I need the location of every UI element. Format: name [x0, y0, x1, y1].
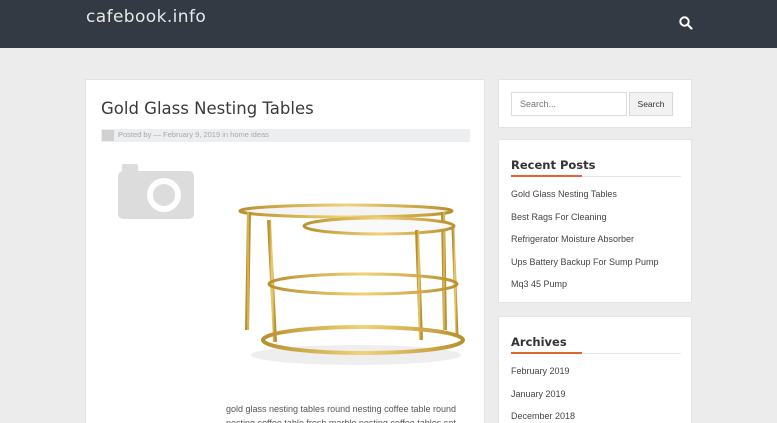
title-underline — [511, 175, 582, 177]
recent-posts-list: Gold Glass Nesting Tables Best Rags For … — [511, 188, 659, 301]
widget-title: Archives — [511, 335, 567, 349]
post-meta-text: Posted by — February 9, 2019 in home ide… — [118, 130, 269, 139]
search-icon[interactable] — [678, 15, 694, 31]
archive-link[interactable]: December 2018 — [511, 410, 575, 423]
widget-title: Recent Posts — [511, 158, 596, 172]
archives-widget: Archives February 2019 January 2019 Dece… — [498, 316, 692, 423]
archive-link[interactable]: February 2019 — [511, 365, 575, 388]
search-widget: Search — [498, 79, 692, 128]
search-input[interactable] — [511, 92, 627, 116]
post-excerpt: gold glass nesting tables round nesting … — [226, 404, 456, 423]
archive-link[interactable]: January 2019 — [511, 388, 575, 411]
post-meta: Posted by — February 9, 2019 in home ide… — [101, 129, 470, 142]
post-title[interactable]: Gold Glass Nesting Tables — [101, 99, 314, 118]
camera-icon — [118, 164, 194, 219]
recent-posts-widget: Recent Posts Gold Glass Nesting Tables B… — [498, 139, 692, 303]
post-card: Gold Glass Nesting Tables Posted by — Fe… — [85, 79, 485, 423]
recent-post-link[interactable]: Gold Glass Nesting Tables — [511, 188, 659, 211]
nesting-table-image — [238, 203, 465, 365]
title-underline — [511, 352, 582, 354]
search-button[interactable]: Search — [629, 92, 673, 116]
site-header: cafebook.info — [0, 0, 777, 48]
archives-list: February 2019 January 2019 December 2018 — [511, 365, 575, 423]
avatar — [102, 130, 114, 141]
recent-post-link[interactable]: Best Rags For Cleaning — [511, 211, 659, 234]
recent-post-link[interactable]: Mq3 45 Pump — [511, 278, 659, 301]
recent-post-link[interactable]: Ups Battery Backup For Sump Pump — [511, 256, 659, 279]
recent-post-link[interactable]: Refrigerator Moisture Absorber — [511, 233, 659, 256]
site-title-link[interactable]: cafebook.info — [86, 7, 206, 27]
